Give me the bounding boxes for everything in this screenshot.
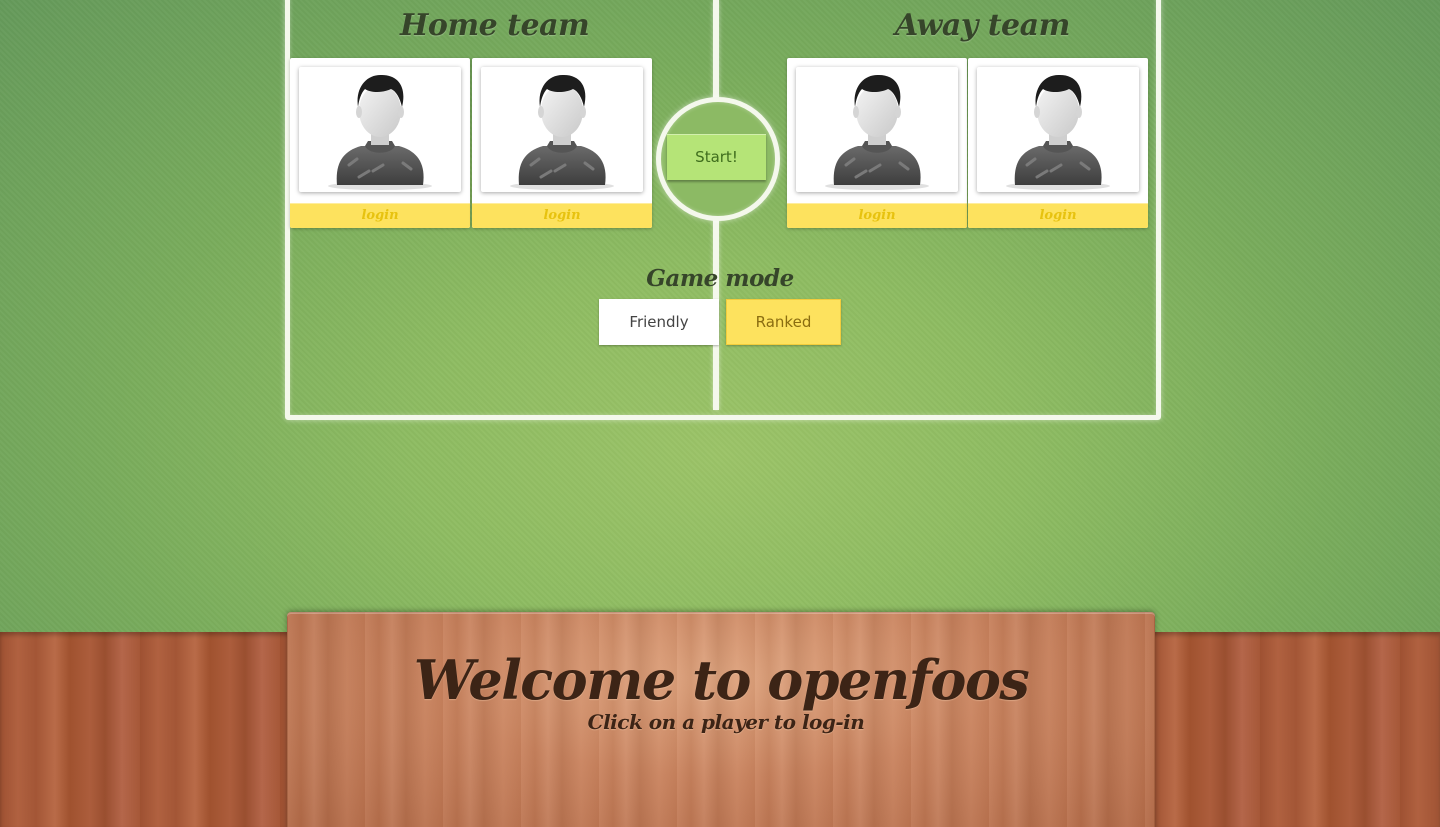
mode-ranked-button[interactable]: Ranked — [726, 299, 841, 345]
home-player-1-card[interactable]: login — [290, 58, 470, 228]
away-player-2-login-button[interactable]: login — [968, 203, 1148, 228]
away-player-1-login-button[interactable]: login — [787, 203, 967, 228]
home-player-2-card[interactable]: login — [472, 58, 652, 228]
user-silhouette-icon[interactable] — [299, 67, 461, 192]
game-mode-title: Game mode — [646, 265, 794, 292]
user-silhouette-icon[interactable] — [977, 67, 1139, 192]
user-silhouette-icon[interactable] — [796, 67, 958, 192]
away-player-1-card[interactable]: login — [787, 58, 967, 228]
welcome-title: Welcome to openfoos — [413, 648, 1030, 712]
home-player-2-login-button[interactable]: login — [472, 203, 652, 228]
home-team-title: Home team — [400, 8, 590, 43]
home-player-1-login-button[interactable]: login — [290, 203, 470, 228]
user-silhouette-icon[interactable] — [481, 67, 643, 192]
away-player-2-card[interactable]: login — [968, 58, 1148, 228]
start-button[interactable]: Start! — [667, 134, 766, 180]
welcome-subtitle: Click on a player to log-in — [587, 710, 865, 734]
away-team-title: Away team — [895, 8, 1070, 43]
mode-friendly-button[interactable]: Friendly — [599, 299, 719, 345]
